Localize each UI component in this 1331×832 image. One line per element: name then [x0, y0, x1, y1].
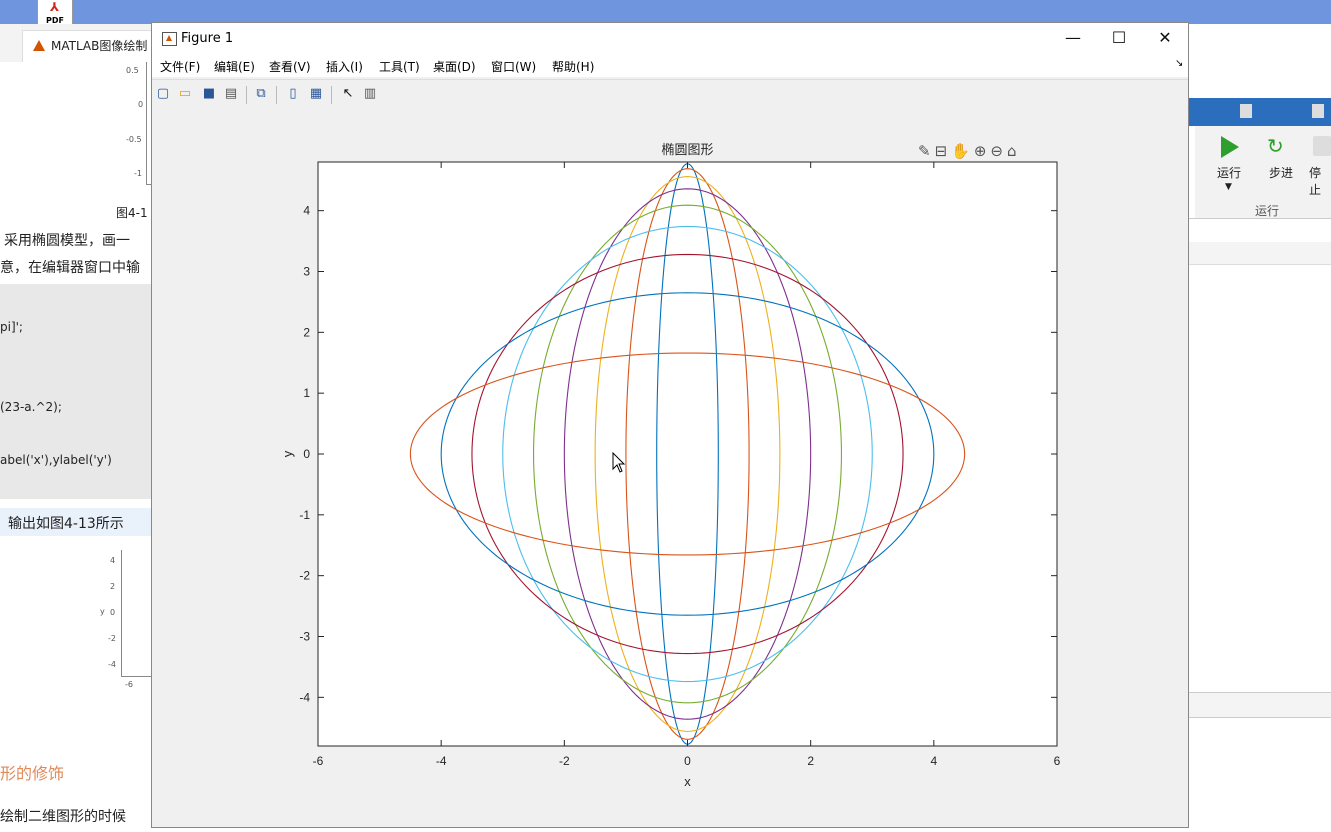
y-tick-label: -1	[299, 508, 310, 522]
y-tick-label: 0	[303, 447, 310, 461]
x-tick-label: -4	[436, 754, 447, 768]
y-tick-label: -4	[299, 690, 310, 704]
brush-icon[interactable]: ✎	[918, 142, 931, 160]
chart-title: 椭圆图形	[661, 142, 713, 158]
plot-canvas: -6 -4 -2 0 2 4 6 -4 -3 -2 -1 0 1 2 3 4 椭圆图形 x y	[152, 107, 1187, 825]
y-tick-label: 4	[303, 204, 310, 218]
mouse-cursor	[612, 452, 626, 473]
y-tick-label: 3	[303, 265, 310, 279]
x-axis-label: x	[684, 774, 691, 789]
y-tick-label: -3	[299, 630, 310, 644]
plot-area	[317, 161, 1058, 747]
zoom-in-icon[interactable]: ⊕	[974, 142, 987, 160]
x-tick-label: -2	[559, 754, 570, 768]
y-axis-label: y	[280, 450, 295, 457]
axes[interactable]: -6 -4 -2 0 2 4 6 -4 -3 -2 -1 0 1 2 3 4 椭圆图形 x y	[280, 142, 1061, 789]
x-tick-label: 4	[930, 754, 937, 768]
axes-toolbar: ✎ ⊟ ✋ ⊕ ⊖ ⌂	[918, 142, 1017, 160]
y-tick-label: 1	[303, 386, 310, 400]
data-tip-icon[interactable]: ⊟	[935, 142, 948, 160]
y-tick-label: 2	[303, 325, 310, 339]
x-tick-label: 2	[807, 754, 814, 768]
home-icon[interactable]: ⌂	[1007, 142, 1017, 160]
zoom-out-icon[interactable]: ⊖	[990, 142, 1003, 160]
y-tick-label: -2	[299, 569, 310, 583]
pan-icon[interactable]: ✋	[951, 142, 970, 160]
x-tick-label: 0	[684, 754, 691, 768]
x-tick-label: 6	[1054, 754, 1061, 768]
x-tick-label: -6	[313, 754, 324, 768]
